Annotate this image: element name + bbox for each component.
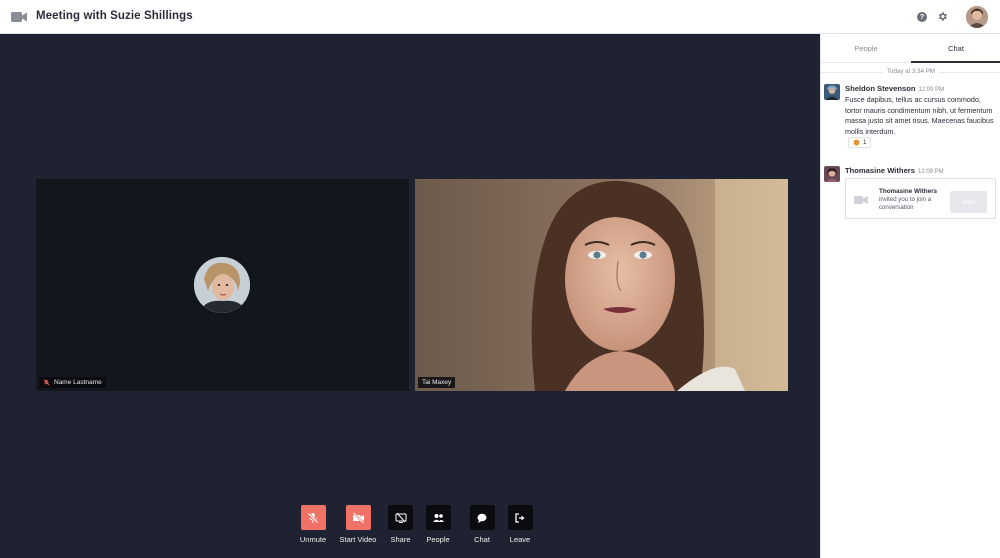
people-button[interactable]: People [420, 505, 456, 551]
chat-message: Sheldon Stevenson 12:09 PM Fusce dapibus,… [824, 84, 999, 152]
chat-sidebar: People Chat Today at 3:34 PM Sheldon Ste… [820, 34, 1000, 558]
share-button-face[interactable] [388, 505, 413, 530]
message-time: 12:09 PM [918, 87, 945, 93]
message-author[interactable]: Sheldon Stevenson [845, 84, 915, 93]
speaker-video-frame [415, 179, 788, 391]
video-off-icon [352, 511, 364, 524]
user-avatar[interactable] [966, 6, 988, 28]
message-author[interactable]: Thomasine Withers [845, 166, 915, 175]
leave-button-face[interactable] [507, 505, 533, 530]
people-button-face[interactable] [425, 505, 451, 530]
message-time: 12:09 PM [917, 169, 944, 175]
speaker-name: Tai Maxey [422, 379, 452, 386]
chat-button[interactable]: Chat [460, 505, 504, 551]
video-tile-speaker[interactable]: Tai Maxey [415, 179, 788, 391]
share-screen-icon [395, 512, 406, 523]
start-video-button-face[interactable] [345, 505, 371, 530]
video-tile-participant[interactable]: Name Lastname [36, 179, 409, 391]
day-separator-text-wrap: Today at 3:34 PM [821, 67, 1000, 77]
message-author-line: Sheldon Stevenson 12:09 PM [845, 84, 944, 93]
leave-icon [515, 512, 525, 523]
video-stage: Name Lastname Tai Maxey Unmute Start Vid… [0, 34, 820, 558]
leave-label: Leave [509, 535, 531, 544]
video-camera-icon [11, 12, 27, 22]
invite-title: Thomasine Withers [879, 188, 938, 195]
message-author-line: Thomasine Withers 12:09 PM [845, 166, 944, 175]
meeting-title: Meeting with Suzie Shillings [36, 10, 193, 22]
participant-name-tag: Name Lastname [39, 377, 106, 388]
conversation-invite-card: Thomasine Withers invited you to join a … [845, 178, 996, 219]
unmute-button-face[interactable] [300, 505, 326, 530]
chat-button-face[interactable] [469, 505, 495, 530]
reaction-count: 1 [863, 139, 867, 146]
mic-off-icon [43, 379, 50, 386]
people-icon [432, 513, 444, 522]
people-label: People [426, 535, 450, 544]
unmute-button[interactable]: Unmute [296, 505, 330, 551]
mic-off-icon [307, 512, 319, 523]
chat-label: Chat [474, 535, 490, 544]
participant-avatar [194, 257, 250, 313]
speaker-name-tag: Tai Maxey [418, 377, 456, 388]
call-controls: Unmute Start Video Share People Chat Lea… [296, 505, 536, 551]
tab-chat[interactable]: Chat [911, 34, 1000, 63]
unmute-label: Unmute [299, 535, 327, 544]
participant-name: Name Lastname [54, 379, 102, 386]
chat-message-invite: Thomasine Withers 12:09 PM Thomasine With… [824, 166, 999, 226]
video-camera-icon [854, 196, 868, 204]
leave-button[interactable]: Leave [504, 505, 536, 551]
message-text: Fusce dapibus, tellus ac cursus commodo,… [845, 95, 994, 136]
message-author-avatar[interactable] [824, 166, 840, 182]
chat-bubble-icon [477, 513, 487, 523]
help-icon[interactable]: ? [917, 12, 927, 22]
join-button[interactable]: Join [950, 191, 987, 213]
day-separator: Today at 3:34 PM [821, 67, 1000, 77]
app-header: Meeting with Suzie Shillings ? [0, 0, 1000, 34]
heart-eyes-emoji-icon [853, 139, 860, 146]
tab-people[interactable]: People [821, 34, 911, 63]
message-author-avatar[interactable] [824, 84, 840, 100]
share-button[interactable]: Share [381, 505, 420, 551]
share-label: Share [390, 535, 411, 544]
reaction-badge[interactable]: 1 [848, 137, 872, 148]
start-video-button[interactable]: Start Video [335, 505, 381, 551]
gear-icon[interactable] [937, 11, 948, 22]
day-separator-text: Today at 3:34 PM [882, 68, 940, 75]
start-video-label: Start Video [339, 535, 377, 544]
invite-text: invited you to join a conversation [879, 196, 932, 212]
sidebar-tabs: People Chat [821, 34, 1000, 63]
